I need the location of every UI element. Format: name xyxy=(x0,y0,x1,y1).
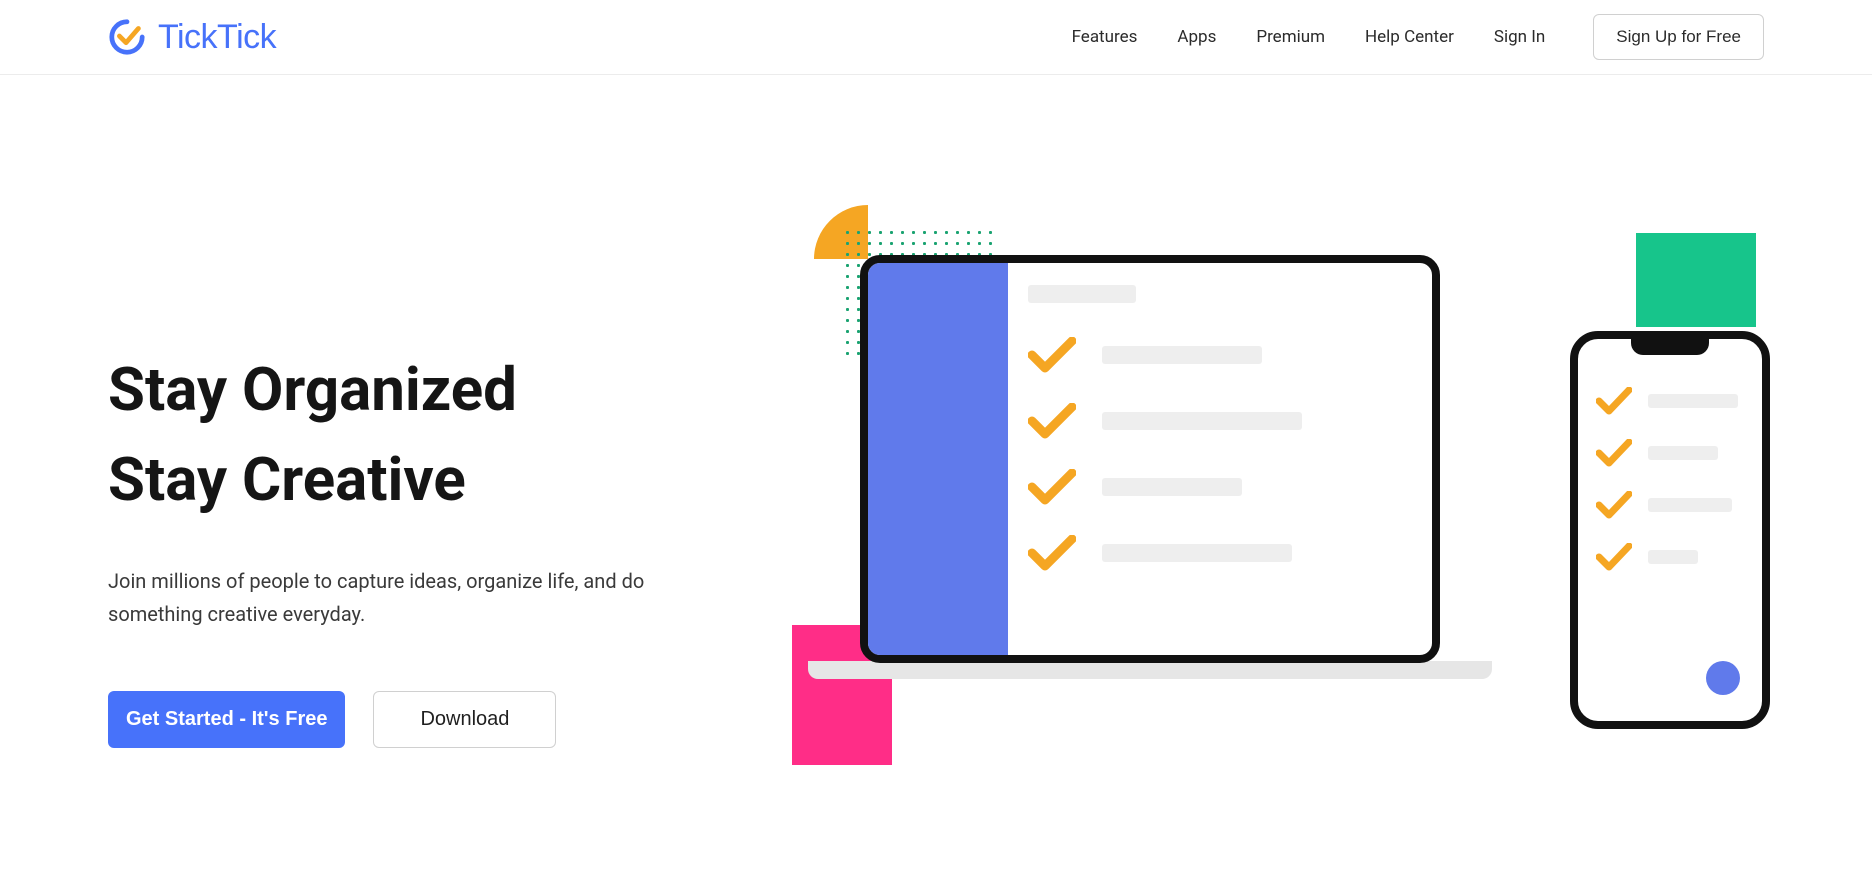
nav-features[interactable]: Features xyxy=(1072,27,1138,47)
check-icon xyxy=(1028,535,1076,571)
phone-notch xyxy=(1631,339,1709,355)
list-item xyxy=(1596,439,1752,467)
list-item xyxy=(1596,543,1752,571)
nav-apps[interactable]: Apps xyxy=(1177,27,1216,47)
placeholder-bar xyxy=(1648,446,1718,460)
list-item xyxy=(1028,469,1420,505)
phone-illustration xyxy=(1570,331,1770,729)
list-item xyxy=(1028,535,1420,571)
nav-sign-in[interactable]: Sign In xyxy=(1494,27,1545,47)
download-button[interactable]: Download xyxy=(373,691,556,748)
placeholder-bar xyxy=(1648,498,1732,512)
placeholder-bar xyxy=(1102,346,1262,364)
phone-content xyxy=(1596,387,1752,595)
check-icon xyxy=(1028,469,1076,505)
hero-buttons: Get Started - It's Free Download xyxy=(108,691,748,748)
hero-copy: Stay Organized Stay Creative Join millio… xyxy=(108,205,748,748)
placeholder-bar xyxy=(1028,285,1136,303)
laptop-base xyxy=(808,661,1492,679)
list-item xyxy=(1596,491,1752,519)
list-item xyxy=(1028,337,1420,373)
hero-illustration xyxy=(788,205,1764,765)
get-started-button[interactable]: Get Started - It's Free xyxy=(108,691,345,748)
nav-premium[interactable]: Premium xyxy=(1256,27,1325,47)
primary-nav: Features Apps Premium Help Center Sign I… xyxy=(1072,14,1764,60)
placeholder-bar xyxy=(1648,550,1698,564)
laptop-illustration xyxy=(860,255,1440,663)
hero-subtitle: Join millions of people to capture ideas… xyxy=(108,565,708,631)
placeholder-bar xyxy=(1102,544,1292,562)
placeholder-bar xyxy=(1102,478,1242,496)
ticktick-logo-icon xyxy=(108,18,146,56)
hero-title: Stay Organized Stay Creative xyxy=(108,345,748,525)
placeholder-bar xyxy=(1648,394,1738,408)
check-icon xyxy=(1596,491,1632,519)
site-header: TickTick Features Apps Premium Help Cent… xyxy=(0,0,1872,75)
hero-section: Stay Organized Stay Creative Join millio… xyxy=(0,75,1872,805)
sign-up-button[interactable]: Sign Up for Free xyxy=(1593,14,1764,60)
placeholder-bar xyxy=(1102,412,1302,430)
list-item xyxy=(1596,387,1752,415)
laptop-content xyxy=(1028,285,1420,601)
decor-green-square xyxy=(1636,233,1756,327)
phone-fab xyxy=(1706,661,1740,695)
laptop-sidebar xyxy=(868,263,1008,655)
check-icon xyxy=(1596,439,1632,467)
brand-name: TickTick xyxy=(158,18,276,57)
check-icon xyxy=(1028,403,1076,439)
brand-logo[interactable]: TickTick xyxy=(108,18,276,57)
nav-help-center[interactable]: Help Center xyxy=(1365,27,1454,47)
check-icon xyxy=(1596,543,1632,571)
list-item xyxy=(1028,403,1420,439)
check-icon xyxy=(1028,337,1076,373)
check-icon xyxy=(1596,387,1632,415)
